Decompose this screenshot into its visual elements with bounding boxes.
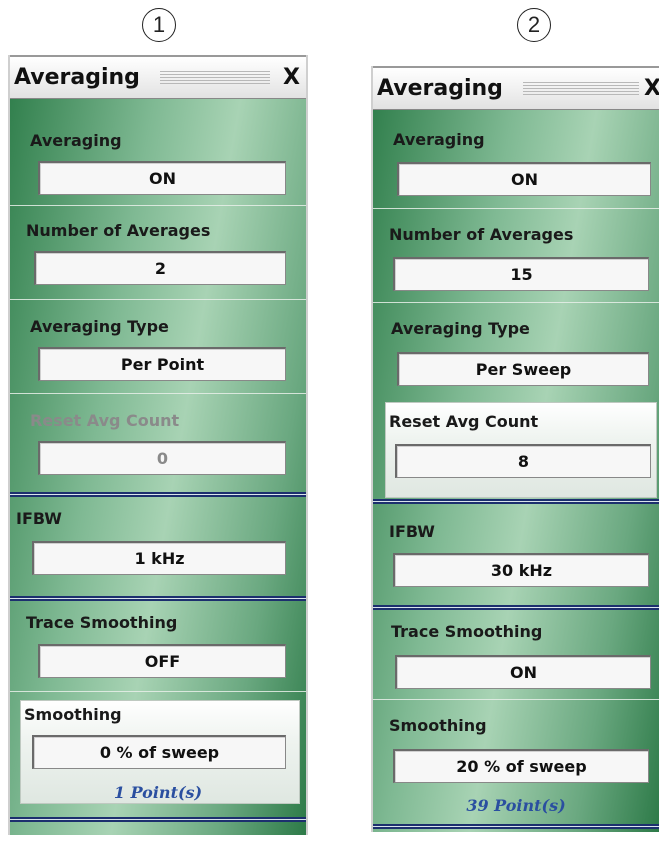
- divider: [10, 205, 306, 206]
- trace-smoothing-label: Trace Smoothing: [26, 613, 178, 632]
- section-divider: [10, 596, 306, 601]
- callout-1: 1: [142, 8, 176, 42]
- panel-title-bar: Averaging X: [373, 66, 659, 110]
- divider: [373, 699, 659, 700]
- smoothing-field[interactable]: 20 % of sweep: [393, 749, 649, 783]
- reset-avg-count-label: Reset Avg Count: [389, 412, 539, 431]
- number-of-averages-label: Number of Averages: [26, 221, 211, 240]
- ifbw-label: IFBW: [16, 509, 62, 528]
- reset-avg-count-field[interactable]: 8: [395, 444, 651, 478]
- section-divider: [373, 499, 659, 504]
- section-divider: [373, 824, 659, 829]
- ifbw-label: IFBW: [389, 522, 435, 541]
- averaging-label: Averaging: [30, 131, 122, 150]
- divider: [10, 691, 306, 692]
- title-bar-grip: [160, 71, 270, 85]
- smoothing-label: Smoothing: [24, 705, 122, 724]
- number-of-averages-field[interactable]: 15: [393, 257, 649, 291]
- smoothing-label: Smoothing: [389, 716, 487, 735]
- smoothing-points-readout: 39 Point(s): [466, 796, 566, 815]
- callout-2: 2: [517, 8, 551, 42]
- panel-title: Averaging: [377, 76, 503, 101]
- smoothing-points-readout: 1 Point(s): [113, 783, 203, 802]
- divider: [10, 299, 306, 300]
- divider: [373, 302, 659, 303]
- averaging-type-label: Averaging Type: [30, 317, 169, 336]
- smoothing-field[interactable]: 0 % of sweep: [32, 735, 286, 769]
- averaging-label: Averaging: [393, 130, 485, 149]
- trace-smoothing-toggle[interactable]: OFF: [38, 644, 286, 678]
- averaging-toggle[interactable]: ON: [38, 161, 286, 195]
- trace-smoothing-label: Trace Smoothing: [391, 622, 543, 641]
- averaging-panel-2: Averaging X Averaging ON Number of Avera…: [371, 66, 659, 832]
- number-of-averages-label: Number of Averages: [389, 225, 574, 244]
- panel-title: Averaging: [14, 65, 140, 90]
- section-divider: [10, 492, 306, 497]
- ifbw-field[interactable]: 30 kHz: [393, 553, 649, 587]
- section-divider: [373, 605, 659, 610]
- divider: [10, 393, 306, 394]
- close-button[interactable]: X: [644, 76, 659, 101]
- divider: [373, 208, 659, 209]
- section-divider: [10, 817, 306, 822]
- close-button[interactable]: X: [283, 65, 300, 90]
- reset-avg-count-label: Reset Avg Count: [30, 411, 180, 430]
- averaging-type-label: Averaging Type: [391, 319, 530, 338]
- averaging-type-select[interactable]: Per Point: [38, 347, 286, 381]
- averaging-type-select[interactable]: Per Sweep: [397, 352, 649, 386]
- reset-avg-count-field: 0: [38, 441, 286, 475]
- ifbw-field[interactable]: 1 kHz: [32, 541, 286, 575]
- title-bar-grip: [523, 82, 639, 96]
- panel-title-bar: Averaging X: [10, 55, 306, 99]
- trace-smoothing-toggle[interactable]: ON: [395, 655, 651, 689]
- averaging-panel-1: Averaging X Averaging ON Number of Avera…: [8, 55, 308, 835]
- number-of-averages-field[interactable]: 2: [34, 251, 286, 285]
- averaging-toggle[interactable]: ON: [397, 162, 651, 196]
